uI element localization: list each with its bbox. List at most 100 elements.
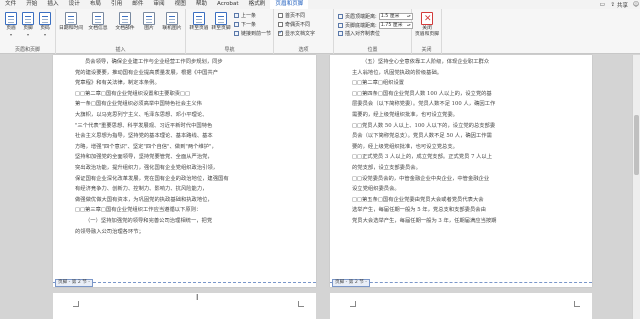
page-right: （五）坚持全心全意依靠工人阶级，体现企业职工群众 主人翁地位，巩固党执政的阶级基… — [330, 55, 592, 287]
doc-info-label: 文档信息 — [88, 26, 108, 31]
date-time-button[interactable]: 日期和时间 — [59, 12, 83, 32]
text-line: 突出政治功能，提升组织力，强化国有企业党组织政治引领， — [75, 164, 219, 171]
checkbox-icon — [278, 13, 283, 18]
footer-icon — [22, 12, 34, 25]
footer-bottom-label: 页脚底端距离: — [345, 22, 377, 29]
tab-file[interactable]: 文件 — [0, 0, 21, 9]
tab-view[interactable]: 视图 — [170, 0, 191, 9]
group-close: 关闭 页眉和页脚 关闭 — [412, 9, 442, 54]
text-line: 第一条□国有企业党组织必须高举中国特色社会主义伟 — [75, 101, 202, 108]
date-time-label: 日期和时间 — [59, 26, 83, 31]
odd-even-checkbox[interactable]: 奇偶页不同 — [278, 21, 310, 28]
text-line: 需要的，经上级党组织批准，也可设立党委。 — [352, 111, 458, 118]
online-pictures-button[interactable]: 联机图片 — [160, 12, 184, 32]
group-insert: 日期和时间 文档信息 文档部件 图片 联机图片 插入 — [56, 9, 186, 54]
text-line: 选举产生，每届任期一般为 5 年，党总支和支部委员会由 — [352, 207, 486, 214]
text-line: □□设党委员会的，中管金融企业中央企业，中管金融企业 — [352, 175, 490, 182]
next-page-right — [330, 293, 592, 319]
doc-parts-label: 文档部件 — [115, 26, 135, 31]
vertical-scrollbar[interactable] — [632, 55, 640, 319]
goto-header-label: 转至页眉 — [189, 26, 209, 31]
text-line: □□第四条□国有企业党员人数 100 人以上的，设立党的基 — [352, 90, 492, 97]
text-line: 党章程》和有关法律，制定本条例。 — [75, 80, 160, 87]
share-label: 共享 — [616, 2, 628, 9]
text-line: □□第五条□国有企业党委由党员大会或者党员代表大会 — [352, 196, 484, 203]
group-label: 页眉和页脚 — [14, 47, 40, 53]
goto-footer-icon — [215, 12, 227, 25]
goto-header-icon — [193, 12, 205, 25]
tab-insert[interactable]: 插入 — [42, 0, 63, 9]
pictures-button[interactable]: 图片 — [140, 12, 158, 32]
page-right-text[interactable]: （五）坚持全心全意依靠工人阶级，体现企业职工群众 主人翁地位，巩固党执政的阶级基… — [352, 57, 578, 227]
checkbox-checked-icon — [278, 30, 283, 36]
goto-header-button[interactable]: 转至页眉 — [189, 12, 209, 32]
group-options: 首页不同 奇偶页不同 显示文档文字 选项 — [274, 9, 334, 54]
text-line: 方略，增强"四个意识"、坚定"四个自信"、做到"两个维护"， — [75, 143, 217, 150]
margin-corner — [298, 301, 304, 307]
insert-align-tab-button[interactable]: 插入对齐制表位 — [338, 30, 380, 37]
scrollbar-thumb[interactable] — [634, 115, 639, 175]
footer-label: 页脚 — [23, 26, 33, 31]
arrow-down-icon — [234, 22, 239, 27]
text-line: 的领导融入公司治理各环节； — [75, 228, 144, 235]
header-distance-icon — [338, 13, 343, 19]
tab-help[interactable]: 帮助 — [191, 0, 212, 9]
tab-acrobat[interactable]: Acrobat — [212, 0, 244, 9]
group-label: 位置 — [367, 47, 378, 53]
header-top-input[interactable]: 1.5 厘米 — [378, 12, 413, 20]
tab-review[interactable]: 审阅 — [148, 0, 169, 9]
first-page-checkbox[interactable]: 首页不同 — [278, 12, 305, 19]
close-label: 关闭 页眉和页脚 — [415, 26, 439, 37]
tab-layout[interactable]: 布局 — [85, 0, 106, 9]
doc-info-icon — [92, 12, 104, 25]
link-previous-label: 链接到前一节 — [241, 31, 272, 37]
text-line: 有经济竞争力、创新力、控制力、影响力、抗风险能力， — [75, 186, 208, 193]
next-button[interactable]: 下一条 — [234, 21, 256, 28]
show-text-label: 显示文档文字 — [285, 31, 316, 37]
goto-footer-button[interactable]: 转至页脚 — [211, 12, 231, 32]
page-left-text[interactable]: 员会领导，确保企业建工作与企业经营工作同步规划，同步 党的建设要要，推动国有企业… — [75, 57, 302, 237]
tab-references[interactable]: 引用 — [106, 0, 127, 9]
text-line: □□第二章□国有企业党组织设置和主要职责□□ — [75, 90, 191, 97]
next-page-left — [53, 293, 316, 319]
tab-format-painter[interactable]: 格式刷 — [244, 0, 271, 9]
text-line: □□第二章□组织设置 — [352, 80, 405, 87]
insert-align-label: 插入对齐制表位 — [345, 31, 381, 37]
share-button[interactable]: ⇪ 共享 — [606, 1, 632, 9]
group-header-footer: 页眉 ▾ 页脚 ▾ 页码 ▾ 页眉和页脚 — [0, 9, 56, 54]
group-label: 导航 — [224, 47, 235, 53]
tab-mailings[interactable]: 邮件 — [127, 0, 148, 9]
header-top-label: 页眉顶端距离: — [345, 13, 377, 20]
group-navigation: 转至页眉 转至页脚 上一条 下一条 链接到前一节 导航 — [186, 9, 274, 54]
margin-corner — [574, 301, 580, 307]
text-line: 做强做优做大国有资本，为巩固党的执政基础和执政地位， — [75, 196, 213, 203]
close-header-footer-button[interactable]: 关闭 页眉和页脚 — [414, 12, 440, 38]
text-line: 社会主义思想为指导，坚持党的基本理论、基本路线、基本 — [75, 133, 213, 140]
smile-icon[interactable]: ☺ — [632, 1, 640, 8]
page-number-button[interactable]: 页码 ▾ — [36, 12, 54, 39]
online-pictures-label: 联机图片 — [162, 26, 182, 31]
tab-home[interactable]: 开始 — [21, 0, 42, 9]
header-button[interactable]: 页眉 ▾ — [2, 12, 20, 39]
footer-section-tag: 页脚 - 第 2 节 - — [55, 279, 93, 287]
chevron-down-icon: ▾ — [9, 32, 12, 37]
text-line: 的党支部，设立支部委员会。 — [352, 164, 421, 171]
pictures-label: 图片 — [144, 26, 154, 31]
text-line: 坚持和加强党的全面领导，坚持党要管党、全面从严治党， — [75, 154, 213, 161]
footer-bottom-distance: 页脚底端距离: 1.75 厘米 — [338, 21, 413, 29]
link-previous-button[interactable]: 链接到前一节 — [234, 30, 271, 37]
previous-button[interactable]: 上一条 — [234, 12, 256, 19]
footer-distance-icon — [338, 22, 343, 28]
doc-info-button[interactable]: 文档信息 — [86, 12, 110, 32]
text-line: "三个代表"重要思想、科学发展观、习近平新时代中国特色 — [75, 122, 213, 129]
picture-icon — [143, 12, 155, 25]
comment-icon[interactable]: ▭ — [598, 1, 606, 8]
checkbox-icon — [278, 22, 283, 27]
footer-button[interactable]: 页脚 ▾ — [19, 12, 37, 39]
show-text-checkbox[interactable]: 显示文档文字 — [278, 30, 315, 37]
text-line: （一）坚持加强党的领导和完善公司治理相统一，把党 — [85, 217, 213, 224]
footer-bottom-input[interactable]: 1.75 厘米 — [378, 21, 413, 29]
doc-parts-button[interactable]: 文档部件 — [113, 12, 137, 32]
tab-design[interactable]: 设计 — [64, 0, 85, 9]
page-number-icon — [39, 12, 51, 25]
